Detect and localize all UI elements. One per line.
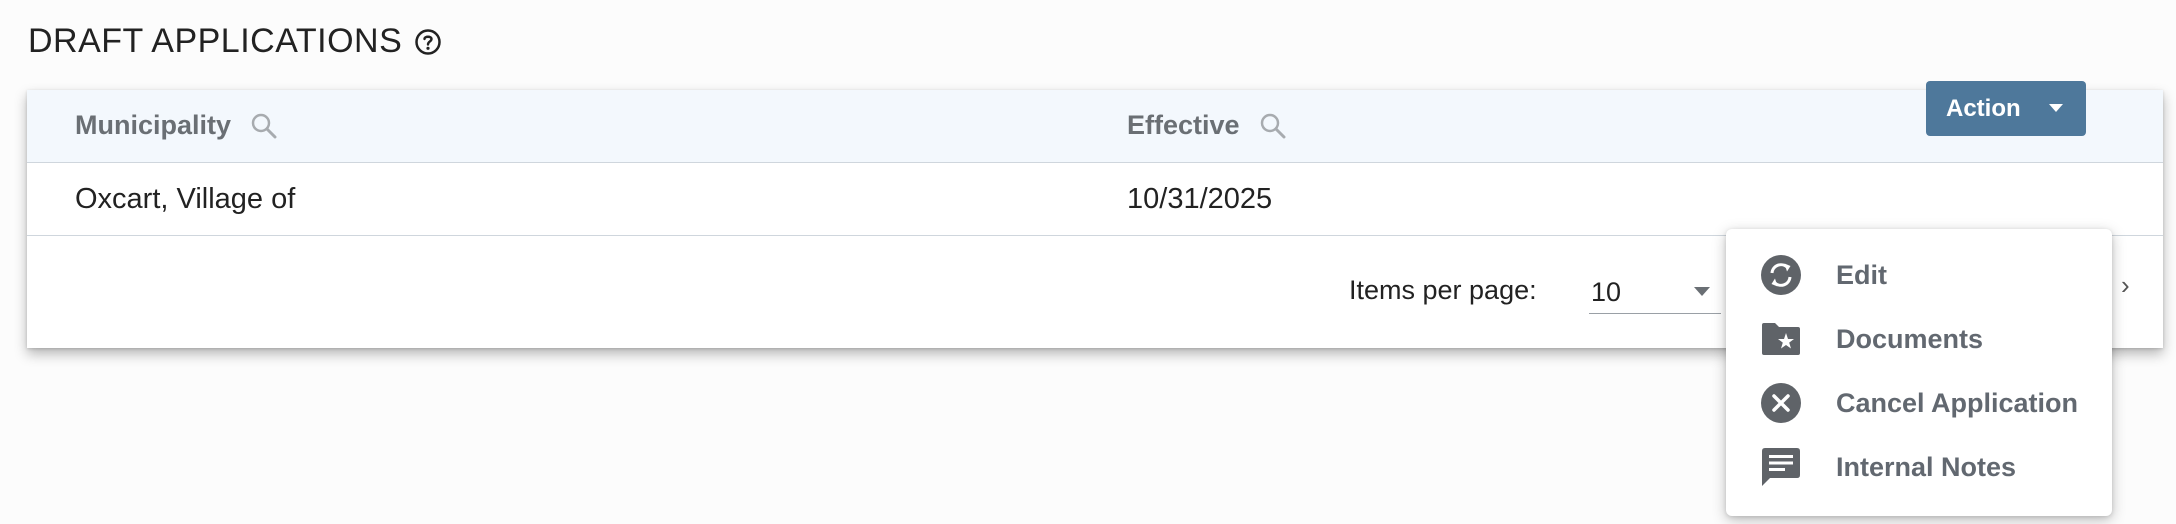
items-per-page-select[interactable]: 10 <box>1589 268 1721 314</box>
column-header-municipality[interactable]: Municipality <box>75 110 279 141</box>
chevron-down-icon <box>1693 286 1711 298</box>
column-header-label: Effective <box>1127 110 1240 140</box>
page-title-text: DRAFT APPLICATIONS <box>28 22 403 60</box>
items-per-page-label: Items per page: <box>1349 275 1537 305</box>
table-row: Oxcart, Village of 10/31/2025 <box>27 163 2163 236</box>
next-page-icon[interactable]: › <box>2121 270 2141 300</box>
comment-notes-icon <box>1759 445 1803 489</box>
cell-municipality: Oxcart, Village of <box>75 183 296 215</box>
menu-item-label: Cancel Application <box>1836 387 2079 418</box>
column-header-effective[interactable]: Effective <box>1127 110 1288 141</box>
action-button-label: Action <box>1946 94 2021 122</box>
page-title: DRAFT APPLICATIONS <box>28 22 442 61</box>
items-per-page-value: 10 <box>1591 277 1622 307</box>
search-icon[interactable] <box>1258 111 1288 141</box>
menu-item-label: Edit <box>1836 259 1887 290</box>
table-header: Municipality Effective <box>27 90 2163 163</box>
cancel-circle-icon <box>1759 381 1803 425</box>
menu-item-edit[interactable]: Edit <box>1726 243 2112 307</box>
action-menu: Edit Documents Cancel Application Intern… <box>1726 229 2112 516</box>
help-circle-icon[interactable] <box>414 28 442 56</box>
action-button[interactable]: Action <box>1926 81 2086 136</box>
menu-item-internal-notes[interactable]: Internal Notes <box>1726 435 2112 499</box>
menu-item-label: Documents <box>1836 323 1984 354</box>
cell-effective: 10/31/2025 <box>1127 183 1273 215</box>
search-icon[interactable] <box>249 111 279 141</box>
menu-item-cancel-application[interactable]: Cancel Application <box>1726 371 2112 435</box>
menu-item-documents[interactable]: Documents <box>1726 307 2112 371</box>
menu-item-label: Internal Notes <box>1836 451 2017 482</box>
sync-icon <box>1759 253 1803 297</box>
caret-down-icon <box>2048 102 2064 114</box>
column-header-label: Municipality <box>75 110 232 140</box>
folder-star-icon <box>1759 317 1803 361</box>
